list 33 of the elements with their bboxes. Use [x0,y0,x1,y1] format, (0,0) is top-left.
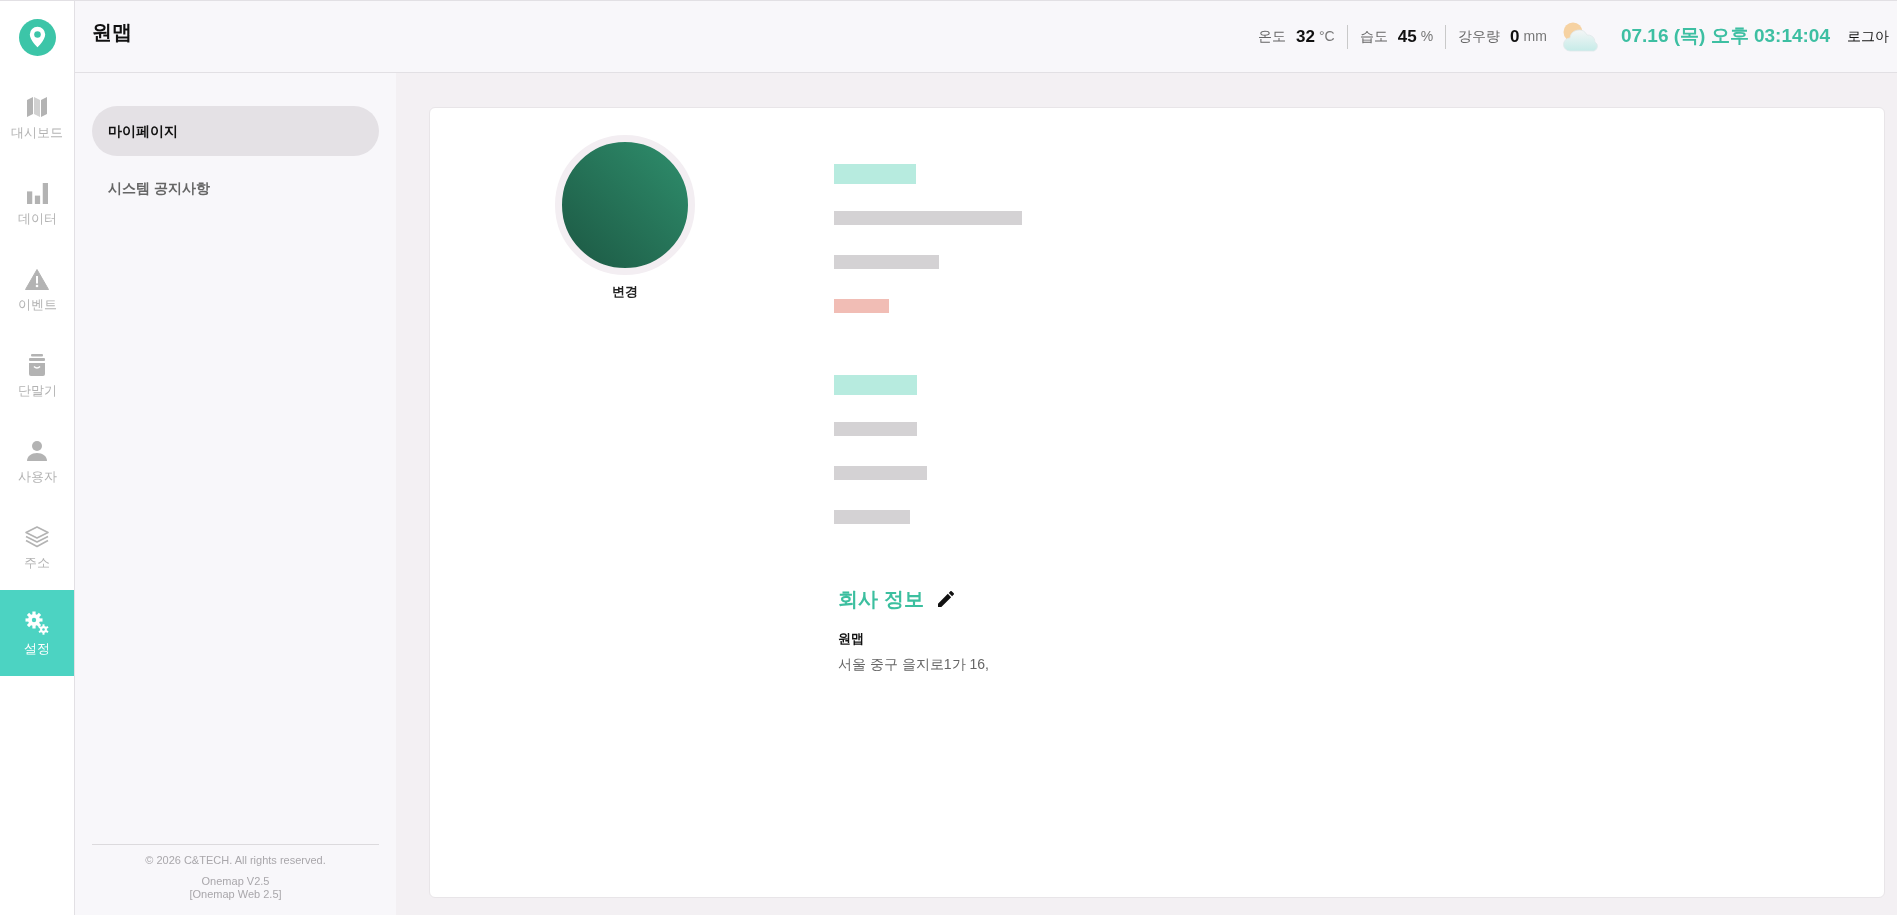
weather-label: 온도 [1258,27,1287,46]
layers-icon [25,526,49,548]
weather-unit: °C [1319,27,1335,46]
weather-unit: % [1420,27,1434,46]
weather-label: 강우량 [1458,27,1501,46]
pencil-icon [937,591,954,607]
map-icon [27,97,47,117]
company-name: 원맵 [838,630,864,648]
logout-link[interactable]: 로그아 [1847,26,1889,47]
version-text: Onemap V2.5 [201,875,270,888]
section-title: 회사 정보 [838,587,924,612]
edit-button[interactable] [937,591,954,607]
settings-icon [25,611,49,635]
submenu-item[interactable]: 시스템 공지사항 [92,163,379,213]
build-text: [Onemap Web 2.5] [189,888,282,901]
weather-value: 45 [1397,25,1417,48]
submenu-item[interactable]: 마이페이지 [92,106,379,156]
redacted-text [834,299,889,313]
person-icon [27,441,47,461]
weather-unit: mm [1523,27,1547,46]
bar-chart-icon [26,182,48,204]
change-photo-button[interactable]: 변경 [612,283,638,301]
copyright-text: © 2026 C&TECH. All rights reserved. [145,853,326,867]
weather-value: 32 [1296,25,1315,48]
nav-item[interactable]: 설정 [0,590,74,676]
archive-box-icon [27,354,47,376]
warning-icon [25,268,49,290]
company-address: 서울 중구 을지로1가 16, [838,655,989,674]
page-title: 원맵 [92,19,132,45]
weather-label: 습도 [1359,27,1388,46]
sun-cloud-icon [1560,21,1601,52]
weather-value: 0 [1510,25,1520,48]
date-time: 07.16 (목) 오후 03:14:04 [1620,24,1830,49]
